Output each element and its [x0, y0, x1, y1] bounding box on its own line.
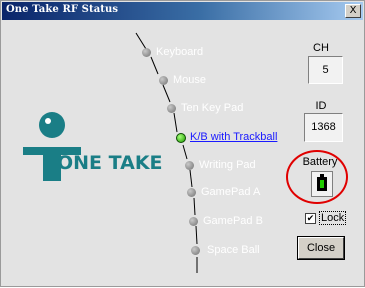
device-item-gamepad-a: GamePad A	[201, 186, 261, 198]
device-status-dot	[189, 217, 198, 226]
battery-highlight-circle	[286, 150, 348, 204]
device-item-writing-pad: Writing Pad	[199, 159, 256, 171]
rf-status-window: One Take RF Status X Keyboard Mouse Ten …	[0, 0, 365, 287]
device-status-dot	[187, 188, 196, 197]
device-item-mouse: Mouse	[173, 74, 207, 86]
logo-text: ONE TAKE	[57, 152, 163, 174]
id-label: ID	[315, 100, 327, 112]
device-item-ten-key-pad: Ten Key Pad	[181, 102, 244, 114]
close-button[interactable]: Close	[298, 237, 344, 259]
device-item-space-ball: Space Ball	[207, 244, 260, 256]
ch-label: CH	[313, 42, 329, 54]
device-item-kb-trackball[interactable]: K/B with Trackball	[190, 131, 277, 143]
one-take-logo	[23, 112, 81, 181]
id-value: 1368	[304, 113, 343, 142]
device-status-dot	[167, 104, 176, 113]
device-status-dot	[191, 246, 200, 255]
device-status-dot	[185, 161, 194, 170]
lock-checkbox[interactable]: ✔	[305, 213, 316, 224]
device-item-gamepad-b: GamePad B	[203, 215, 263, 227]
ch-value: 5	[308, 56, 343, 84]
lock-label[interactable]: Lock	[319, 211, 347, 225]
device-item-keyboard: Keyboard	[156, 46, 204, 58]
device-status-dot	[142, 48, 151, 57]
device-active-dot	[176, 133, 186, 143]
device-status-dot	[159, 76, 168, 85]
